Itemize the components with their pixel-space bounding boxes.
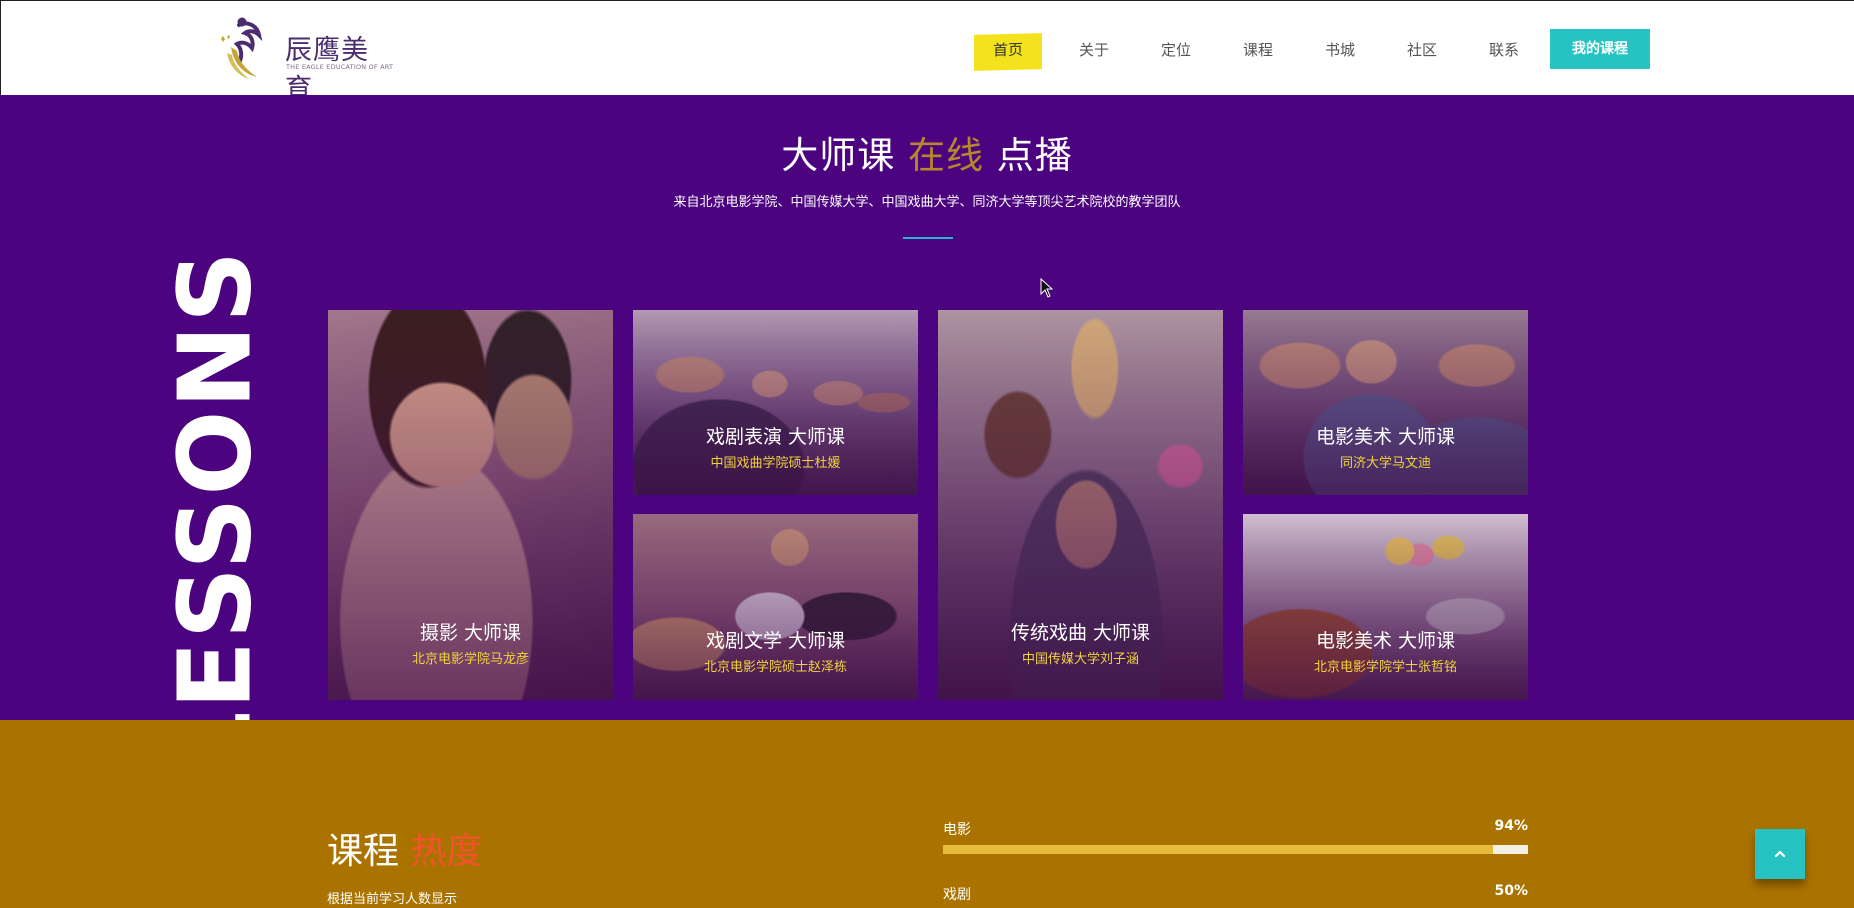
course-card-drama-performance[interactable]: 戏剧表演 大师课 中国戏曲学院硕士杜媛 — [633, 310, 918, 495]
site-header: 辰鹰美育 THE EAGLE EDUCATION OF ART 首页 关于 定位… — [0, 0, 1854, 105]
nav-item-community[interactable]: 社区 — [1397, 34, 1447, 70]
card-teacher: 北京电影学院马龙彦 — [411, 652, 529, 667]
back-to-top-button[interactable] — [1755, 829, 1805, 879]
progress-bar-film — [943, 845, 1528, 854]
nav-item-position[interactable]: 定位 — [1151, 34, 1201, 70]
card-teacher: 中国传媒大学刘子涵 — [1021, 652, 1139, 667]
popularity-title-part1: 课程 — [327, 831, 400, 872]
eagle-logo-icon — [221, 17, 263, 79]
card-teacher: 中国戏曲学院硕士杜媛 — [710, 456, 841, 471]
nav-item-bookstore[interactable]: 书城 — [1315, 34, 1365, 70]
course-card-photography[interactable]: 摄影 大师课 北京电影学院马龙彦 — [328, 310, 613, 700]
nav-item-courses[interactable]: 课程 — [1233, 34, 1283, 70]
masterclass-title: 大师课 在线 点播 — [0, 125, 1854, 179]
course-popularity-section — [0, 720, 1854, 908]
masterclass-title-part1: 大师课 — [781, 134, 896, 177]
bar-percent-film: 94% — [1494, 818, 1528, 834]
site-logo[interactable]: 辰鹰美育 THE EAGLE EDUCATION OF ART — [217, 17, 393, 105]
course-card-drama-literature[interactable]: 戏剧文学 大师课 北京电影学院硕士赵泽栋 — [633, 514, 918, 700]
masterclass-subtitle: 来自北京电影学院、中国传媒大学、中国戏曲大学、同济大学等顶尖艺术院校的教学团队 — [673, 195, 1181, 210]
nav-item-home[interactable]: 首页 — [974, 33, 1042, 71]
bar-label-film: 电影 — [943, 822, 971, 838]
course-card-traditional-opera[interactable]: 传统戏曲 大师课 中国传媒大学刘子涵 — [938, 310, 1223, 700]
popularity-title: 课程 热度 — [327, 822, 482, 874]
section-divider — [903, 237, 953, 239]
card-teacher: 北京电影学院学士张哲铭 — [1313, 660, 1457, 675]
masterclass-title-part2: 点播 — [996, 134, 1073, 177]
card-title: 电影美术 大师课 — [1315, 630, 1456, 652]
masterclass-title-accent: 在线 — [908, 134, 984, 177]
chevron-up-icon — [1774, 850, 1786, 858]
bar-label-drama: 戏剧 — [943, 887, 971, 903]
card-title: 传统戏曲 大师课 — [1010, 622, 1151, 644]
card-teacher: 北京电影学院硕士赵泽栋 — [703, 660, 847, 675]
lessons-word: LESSONS — [156, 248, 274, 776]
mouse-pointer-icon — [1040, 278, 1054, 298]
masterclass-section: 大师课 在线 点播 来自北京电影学院、中国传媒大学、中国戏曲大学、同济大学等顶尖… — [0, 95, 1854, 775]
card-title: 戏剧表演 大师课 — [705, 426, 846, 448]
my-courses-button[interactable]: 我的课程 — [1550, 29, 1650, 69]
course-card-film-art-1[interactable]: 电影美术 大师课 同济大学马文迪 — [1243, 310, 1528, 495]
popularity-title-accent: 热度 — [410, 831, 483, 872]
nav-item-contact[interactable]: 联系 — [1479, 34, 1529, 70]
nav-item-about[interactable]: 关于 — [1069, 34, 1119, 70]
course-card-film-art-2[interactable]: 电影美术 大师课 北京电影学院学士张哲铭 — [1243, 514, 1528, 700]
logo-tagline: THE EAGLE EDUCATION OF ART — [286, 63, 394, 71]
card-teacher: 同济大学马文迪 — [1339, 456, 1431, 471]
popularity-subtitle: 根据当前学习人数显示 — [327, 892, 458, 907]
card-title: 摄影 大师课 — [419, 622, 522, 644]
bar-percent-drama: 50% — [1494, 883, 1528, 899]
card-title: 电影美术 大师课 — [1315, 426, 1456, 448]
progress-fill-film — [943, 845, 1493, 854]
lessons-vertical-heading: LESSONS — [157, 249, 274, 775]
card-title: 戏剧文学 大师课 — [705, 630, 846, 652]
